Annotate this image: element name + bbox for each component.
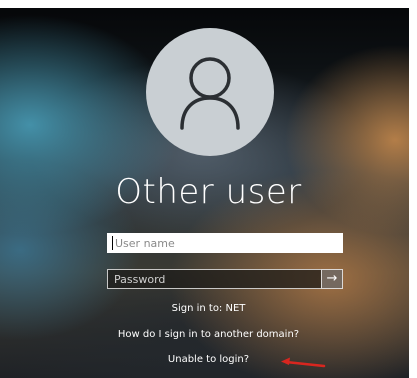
arrow-right-icon: →	[326, 271, 338, 286]
image-border-top	[0, 0, 417, 8]
text-cursor	[112, 236, 113, 250]
sign-in-to-domain: Sign in to: NET	[171, 303, 246, 314]
person-icon	[180, 57, 240, 130]
user-avatar	[146, 28, 274, 156]
user-display-name: Other user	[115, 172, 302, 212]
submit-button[interactable]: →	[321, 269, 343, 289]
password-input[interactable]	[107, 269, 321, 289]
login-screen: Other user → Sign in to: NET How do I si…	[0, 0, 417, 378]
unable-to-login-link[interactable]: Unable to login?	[0, 354, 417, 365]
another-domain-link[interactable]: How do I sign in to another domain?	[0, 329, 417, 340]
password-row: →	[107, 269, 343, 289]
username-input[interactable]	[107, 233, 343, 253]
red-arrow-icon	[281, 357, 326, 368]
